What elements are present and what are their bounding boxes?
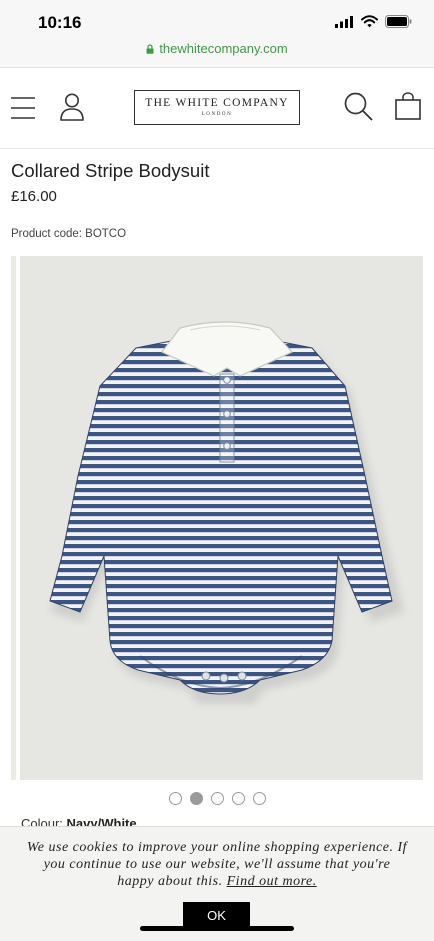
gallery-dot[interactable] bbox=[210, 792, 224, 805]
status-bar: 10:16 thewhitecompany.com bbox=[0, 0, 434, 68]
gallery-pagination bbox=[0, 792, 434, 805]
product-code: Product code: BOTCO bbox=[11, 228, 127, 240]
cookie-message: We use cookies to improve your online sh… bbox=[10, 839, 424, 890]
account-icon[interactable] bbox=[60, 93, 84, 121]
gallery-dot[interactable] bbox=[231, 792, 245, 805]
find-out-more-link[interactable]: Find out more. bbox=[227, 874, 317, 889]
wifi-icon bbox=[361, 15, 378, 28]
gallery-dot-active[interactable] bbox=[189, 792, 203, 805]
menu-icon[interactable] bbox=[11, 96, 35, 120]
status-icons bbox=[335, 15, 412, 28]
logo-wordmark: THE WHITE COMPANY bbox=[145, 97, 289, 109]
search-icon[interactable] bbox=[344, 92, 373, 121]
url-text: thewhitecompany.com bbox=[159, 41, 288, 56]
gallery-dot[interactable] bbox=[168, 792, 182, 805]
product-image[interactable] bbox=[20, 256, 423, 780]
cookie-line-3-text: happy about this. bbox=[117, 874, 223, 889]
site-header: THE WHITE COMPANY LONDON bbox=[0, 68, 434, 149]
gallery-dot[interactable] bbox=[252, 792, 266, 805]
cookie-line-3: happy about this. Find out more. bbox=[10, 873, 424, 890]
product-price: £16.00 bbox=[11, 188, 57, 205]
product-title: Collared Stripe Bodysuit bbox=[11, 160, 210, 181]
battery-icon bbox=[385, 15, 412, 28]
bodysuit-illustration bbox=[49, 321, 404, 704]
lock-icon bbox=[146, 44, 154, 54]
status-time: 10:16 bbox=[38, 13, 82, 32]
brand-logo[interactable]: THE WHITE COMPANY LONDON bbox=[134, 90, 300, 125]
logo-subtitle: LONDON bbox=[201, 112, 233, 117]
gallery-edge-thumbnail[interactable] bbox=[11, 256, 16, 780]
signal-icon bbox=[335, 15, 353, 28]
url-bar[interactable]: thewhitecompany.com bbox=[0, 41, 434, 56]
cookie-banner: We use cookies to improve your online sh… bbox=[0, 826, 434, 941]
bag-icon[interactable] bbox=[395, 92, 421, 120]
cookie-line-2: you continue to use our website, we'll a… bbox=[43, 857, 391, 872]
home-indicator bbox=[140, 926, 294, 931]
cookie-line-1: We use cookies to improve your online sh… bbox=[26, 840, 408, 855]
